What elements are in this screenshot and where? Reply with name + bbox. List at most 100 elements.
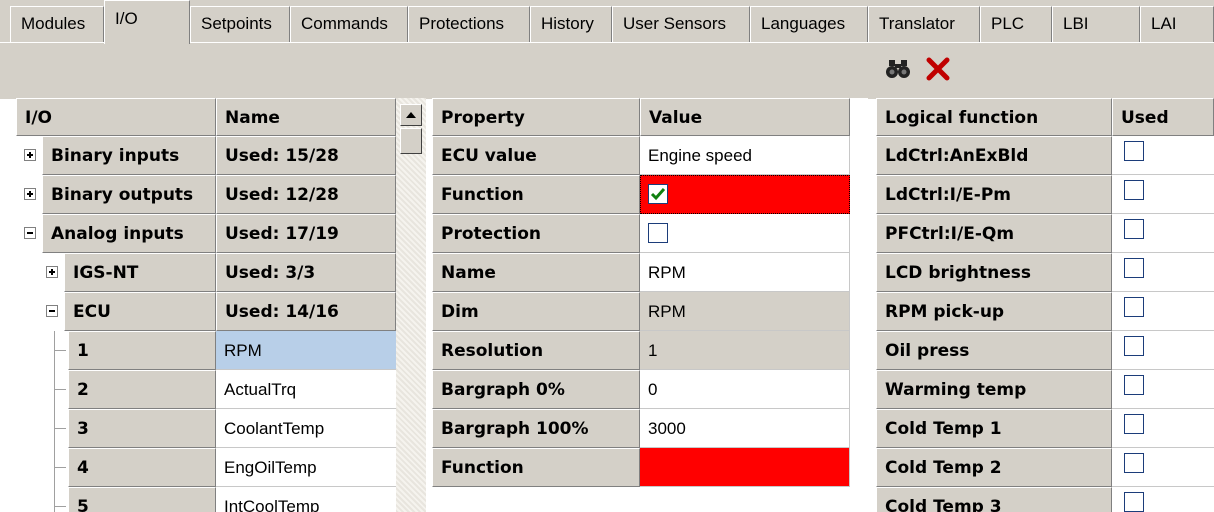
tab-languages[interactable]: Languages [750, 6, 868, 42]
tab-io[interactable]: I/O [104, 0, 190, 44]
property-name: Function [432, 175, 640, 214]
logical-function-row: Cold Temp 3 [876, 487, 1214, 512]
io-item-name[interactable]: RPM [216, 331, 396, 370]
io-item-label[interactable]: 2 [68, 370, 216, 409]
property-name: Bargraph 0% [432, 370, 640, 409]
io-item-label[interactable]: 5 [68, 487, 216, 512]
io-tree-row[interactable]: Analog inputs Used: 17/19 [16, 214, 396, 253]
used-checkbox[interactable] [1124, 414, 1144, 434]
protection-checkbox[interactable] [648, 223, 668, 243]
tab-lai[interactable]: LAI [1140, 6, 1214, 42]
function-value-field[interactable] [640, 448, 850, 487]
property-value[interactable] [640, 214, 850, 253]
function-checkbox[interactable] [648, 184, 668, 204]
logical-function-name: Oil press [876, 331, 1112, 370]
io-item-name[interactable]: IntCoolTemp [216, 487, 396, 512]
logical-function-name: LdCtrl:I/E-Pm [876, 175, 1112, 214]
used-checkbox[interactable] [1124, 453, 1144, 473]
logical-function-column-header[interactable]: Logical function [876, 98, 1112, 136]
io-tree-row[interactable]: 3 CoolantTemp [16, 409, 396, 448]
collapse-icon[interactable] [46, 305, 58, 317]
used-column-header[interactable]: Used [1112, 98, 1214, 136]
io-item-name[interactable]: ActualTrq [216, 370, 396, 409]
io-item-label[interactable]: Binary inputs [42, 136, 216, 175]
collapse-icon[interactable] [24, 227, 36, 239]
logical-function-row: PFCtrl:I/E-Qm [876, 214, 1214, 253]
property-name: Protection [432, 214, 640, 253]
io-column-header[interactable]: I/O [16, 98, 216, 136]
expand-icon[interactable] [24, 188, 36, 200]
tab-history[interactable]: History [530, 6, 612, 42]
property-value[interactable]: Engine speed [640, 136, 850, 175]
io-item-name[interactable]: Used: 3/3 [216, 253, 396, 292]
io-tree-row[interactable]: ECU Used: 14/16 [16, 292, 396, 331]
io-tree-row[interactable]: Binary outputs Used: 12/28 [16, 175, 396, 214]
io-item-name[interactable]: Used: 15/28 [216, 136, 396, 175]
used-checkbox[interactable] [1124, 297, 1144, 317]
property-value[interactable]: 3000 [640, 409, 850, 448]
used-checkbox[interactable] [1124, 375, 1144, 395]
io-tree-row[interactable]: 1 RPM [16, 331, 396, 370]
expand-icon[interactable] [46, 266, 58, 278]
io-item-name[interactable]: CoolantTemp [216, 409, 396, 448]
function-value-field[interactable] [640, 175, 850, 214]
tab-bar: Modules I/O Setpoints Commands Protectio… [0, 0, 1214, 44]
io-item-name[interactable]: Used: 14/16 [216, 292, 396, 331]
tab-commands[interactable]: Commands [290, 6, 408, 42]
used-checkbox[interactable] [1124, 141, 1144, 161]
logical-function-row: Cold Temp 2 [876, 448, 1214, 487]
used-checkbox[interactable] [1124, 219, 1144, 239]
io-item-name[interactable]: EngOilTemp [216, 448, 396, 487]
property-row: Bargraph 100% 3000 [432, 409, 850, 448]
property-name: Name [432, 253, 640, 292]
io-tree-row[interactable]: 2 ActualTrq [16, 370, 396, 409]
logical-function-name: Cold Temp 1 [876, 409, 1112, 448]
property-value[interactable]: RPM [640, 292, 850, 331]
used-checkbox[interactable] [1124, 492, 1144, 512]
tab-translator[interactable]: Translator [868, 6, 980, 42]
io-item-label[interactable]: Analog inputs [42, 214, 216, 253]
tab-modules[interactable]: Modules [10, 6, 104, 42]
io-item-label[interactable]: Binary outputs [42, 175, 216, 214]
delete-icon[interactable] [924, 55, 952, 83]
io-tree-row[interactable]: IGS-NT Used: 3/3 [16, 253, 396, 292]
io-item-label[interactable]: 1 [68, 331, 216, 370]
property-value[interactable]: 1 [640, 331, 850, 370]
io-item-label[interactable]: ECU [64, 292, 216, 331]
tree-line [54, 350, 66, 351]
logical-function-row: LdCtrl:AnExBld [876, 136, 1214, 175]
property-row: Function [432, 448, 850, 487]
io-item-name[interactable]: Used: 12/28 [216, 175, 396, 214]
tree-line [54, 467, 66, 468]
property-name: ECU value [432, 136, 640, 175]
name-column-header[interactable]: Name [216, 98, 396, 136]
scroll-thumb[interactable] [400, 128, 422, 154]
property-row: Protection [432, 214, 850, 253]
io-tree-row[interactable]: 5 IntCoolTemp [16, 487, 396, 512]
io-item-label[interactable]: IGS-NT [64, 253, 216, 292]
used-checkbox[interactable] [1124, 180, 1144, 200]
tab-protections[interactable]: Protections [408, 6, 530, 42]
scroll-up-button[interactable] [400, 104, 422, 126]
logical-function-name: LdCtrl:AnExBld [876, 136, 1112, 175]
tab-lbi[interactable]: LBI [1052, 6, 1140, 42]
value-column-header[interactable]: Value [640, 98, 850, 136]
io-item-label[interactable]: 4 [68, 448, 216, 487]
property-value[interactable]: 0 [640, 370, 850, 409]
tab-user-sensors[interactable]: User Sensors [612, 6, 750, 42]
io-tree-row[interactable]: 4 EngOilTemp [16, 448, 396, 487]
logical-function-name: PFCtrl:I/E-Qm [876, 214, 1112, 253]
io-item-name[interactable]: Used: 17/19 [216, 214, 396, 253]
used-checkbox[interactable] [1124, 336, 1144, 356]
tab-plc[interactable]: PLC [980, 6, 1052, 42]
tab-setpoints[interactable]: Setpoints [190, 6, 290, 42]
expand-icon[interactable] [24, 149, 36, 161]
io-item-label[interactable]: 3 [68, 409, 216, 448]
property-value[interactable]: RPM [640, 253, 850, 292]
io-tree-row[interactable]: Binary inputs Used: 15/28 [16, 136, 396, 175]
binoculars-icon[interactable] [884, 55, 912, 83]
logical-function-name: LCD brightness [876, 253, 1112, 292]
property-column-header[interactable]: Property [432, 98, 640, 136]
io-scrollbar[interactable] [396, 98, 426, 512]
used-checkbox[interactable] [1124, 258, 1144, 278]
